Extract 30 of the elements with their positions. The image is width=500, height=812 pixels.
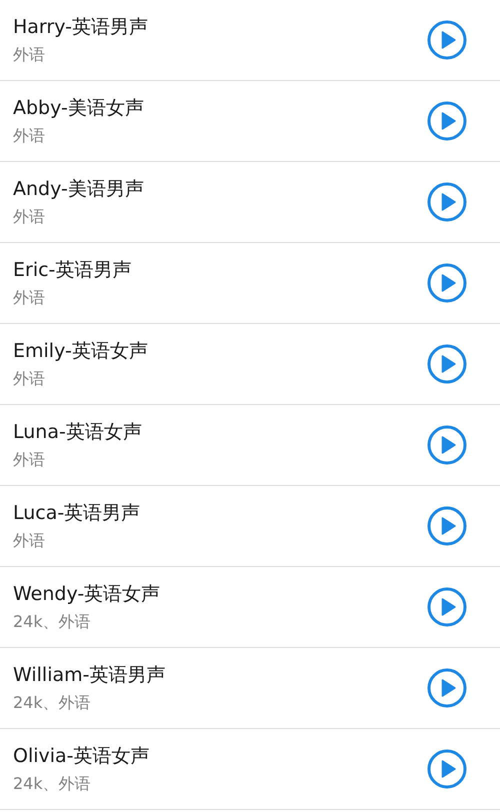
voice-detail: 外语: [13, 207, 46, 227]
voice-name: Abby-美语女声: [13, 96, 144, 120]
voice-name: Wendy-英语女声: [13, 582, 160, 606]
voice-detail: 外语: [13, 288, 46, 308]
voice-detail: 24k、外语: [13, 612, 92, 632]
voice-detail: 外语: [13, 126, 46, 146]
voice-detail: 24k、外语: [13, 693, 92, 713]
play-icon[interactable]: [427, 587, 467, 627]
play-icon[interactable]: [427, 182, 467, 222]
play-icon[interactable]: [427, 20, 467, 60]
voice-name: Emily-英语女声: [13, 339, 148, 363]
voice-detail: 外语: [13, 369, 46, 389]
voice-detail: 外语: [13, 45, 46, 65]
voice-name: Andy-美语男声: [13, 177, 144, 201]
voice-detail: 外语: [13, 450, 46, 470]
voice-name: Luna-英语女声: [13, 420, 142, 444]
play-icon[interactable]: [427, 101, 467, 141]
voice-name: William-英语男声: [13, 663, 166, 687]
voice-name: Luca-英语男声: [13, 501, 140, 525]
voice-detail: 外语: [13, 531, 46, 551]
voice-detail: 24k、外语: [13, 774, 92, 794]
play-icon[interactable]: [427, 506, 467, 546]
play-icon[interactable]: [427, 263, 467, 303]
voice-name: Harry-英语男声: [13, 15, 148, 39]
play-icon[interactable]: [427, 668, 467, 708]
voice-name: Eric-英语男声: [13, 258, 132, 282]
play-icon[interactable]: [427, 425, 467, 465]
voice-name: Olivia-英语女声: [13, 744, 150, 768]
play-icon[interactable]: [427, 749, 467, 789]
play-icon[interactable]: [427, 344, 467, 384]
